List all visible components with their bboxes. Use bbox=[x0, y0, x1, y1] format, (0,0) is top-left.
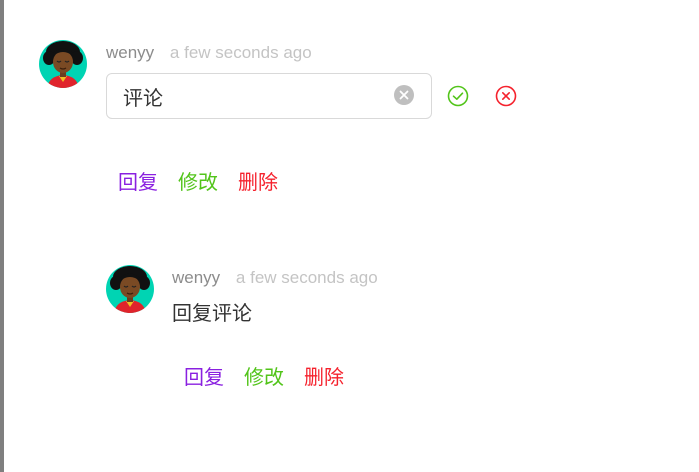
clear-circle-icon[interactable] bbox=[394, 85, 414, 105]
reply-edit-link[interactable]: 修改 bbox=[244, 367, 284, 389]
reply-avatar bbox=[106, 265, 154, 313]
avatar-icon bbox=[106, 265, 154, 313]
reply-actions: 回复 修改 删除 bbox=[184, 366, 364, 390]
comment-meta: wenyy a few seconds ago bbox=[106, 42, 312, 64]
check-circle-icon[interactable] bbox=[447, 85, 469, 107]
reply-meta: wenyy a few seconds ago bbox=[172, 267, 378, 289]
avatar-icon bbox=[39, 40, 87, 88]
comment-edit-box bbox=[106, 73, 432, 119]
comment-time: a few seconds ago bbox=[169, 43, 312, 62]
close-circle-icon[interactable] bbox=[495, 85, 517, 107]
reply-author[interactable]: wenyy bbox=[172, 268, 220, 287]
reply-content: 回复评论 bbox=[172, 303, 252, 325]
reply-reply-link[interactable]: 回复 bbox=[184, 367, 224, 389]
reply-time: a few seconds ago bbox=[235, 268, 378, 287]
comment-edit-link[interactable]: 修改 bbox=[178, 172, 218, 194]
comment-author[interactable]: wenyy bbox=[106, 43, 154, 62]
reply-delete-link[interactable]: 删除 bbox=[304, 367, 344, 389]
comment-delete-link[interactable]: 删除 bbox=[238, 172, 278, 194]
comment-actions: 回复 修改 删除 bbox=[118, 171, 298, 195]
comment-avatar bbox=[39, 40, 87, 88]
comment-reply-link[interactable]: 回复 bbox=[118, 172, 158, 194]
left-border bbox=[0, 0, 4, 472]
comment-edit-input[interactable] bbox=[123, 82, 383, 110]
